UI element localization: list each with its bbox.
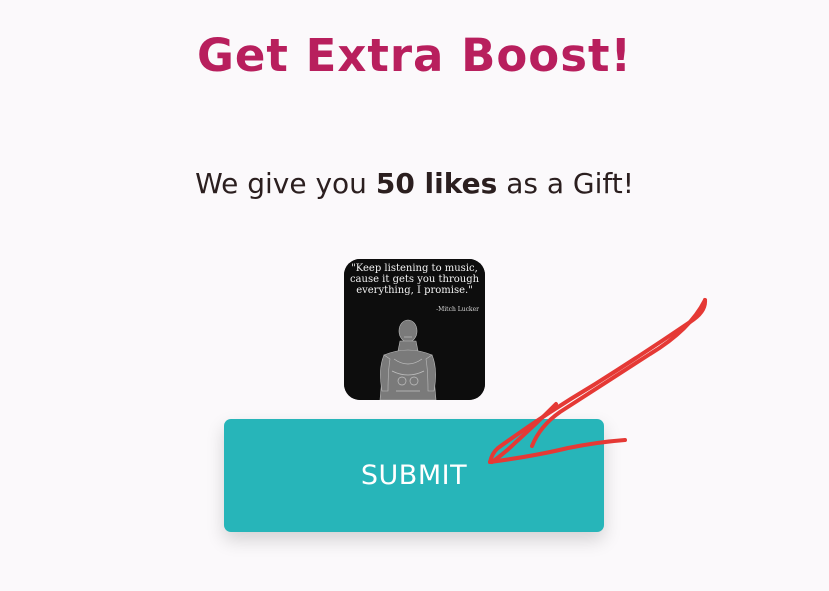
- offer-prefix: We give you: [195, 167, 367, 200]
- page-title: Get Extra Boost!: [196, 29, 633, 82]
- image-quote: "Keep listening to music, cause it gets …: [349, 263, 480, 296]
- offer-highlight: 50 likes: [375, 167, 498, 200]
- image-quote-author: -Mitch Lucker: [436, 306, 479, 313]
- submit-button[interactable]: SUBMIT: [224, 419, 604, 532]
- profile-thumbnail: "Keep listening to music, cause it gets …: [344, 259, 485, 400]
- offer-suffix: as a Gift!: [506, 167, 634, 200]
- offer-text: We give you 50 likes as a Gift!: [0, 164, 829, 204]
